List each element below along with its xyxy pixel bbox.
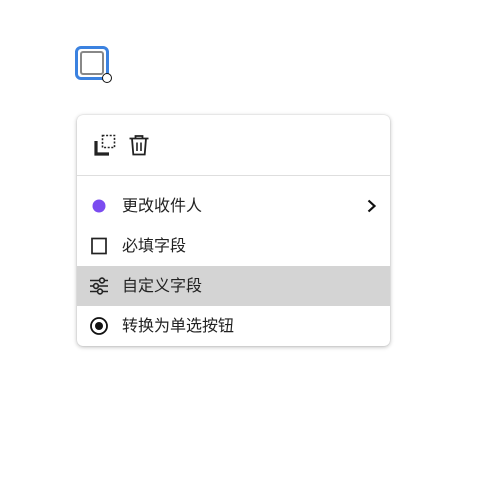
menu-item-label: 转换为单选按钮 [122, 316, 235, 335]
menu-item-change-recipient[interactable]: 更改收件人 [77, 186, 390, 226]
copy-button[interactable] [93, 133, 117, 157]
menu-item-required-field[interactable]: 必填字段 [77, 226, 390, 266]
menu-item-custom-field[interactable]: 自定义字段 [77, 266, 390, 306]
menu-item-label: 必填字段 [122, 236, 187, 255]
field-context-menu: 更改收件人 必填字段 自定义字段 转换为单选按钮 [77, 115, 390, 346]
copy-icon [94, 134, 116, 156]
chevron-right-icon [364, 196, 380, 216]
sliders-icon [89, 276, 109, 296]
checkbox-field-box [80, 51, 104, 75]
radio-button-icon [89, 316, 109, 336]
trash-icon [129, 135, 149, 156]
delete-button[interactable] [127, 133, 151, 157]
canvas: { "field": { "type": "checkbox", "select… [0, 0, 490, 489]
checkbox-icon [89, 236, 109, 256]
menu-item-convert-to-radio[interactable]: 转换为单选按钮 [77, 306, 390, 346]
menu-toolbar [77, 115, 390, 176]
menu-item-label: 更改收件人 [122, 196, 203, 215]
resize-handle[interactable] [102, 73, 112, 83]
menu-item-label: 自定义字段 [122, 276, 203, 295]
recipient-dot-icon [89, 196, 109, 216]
